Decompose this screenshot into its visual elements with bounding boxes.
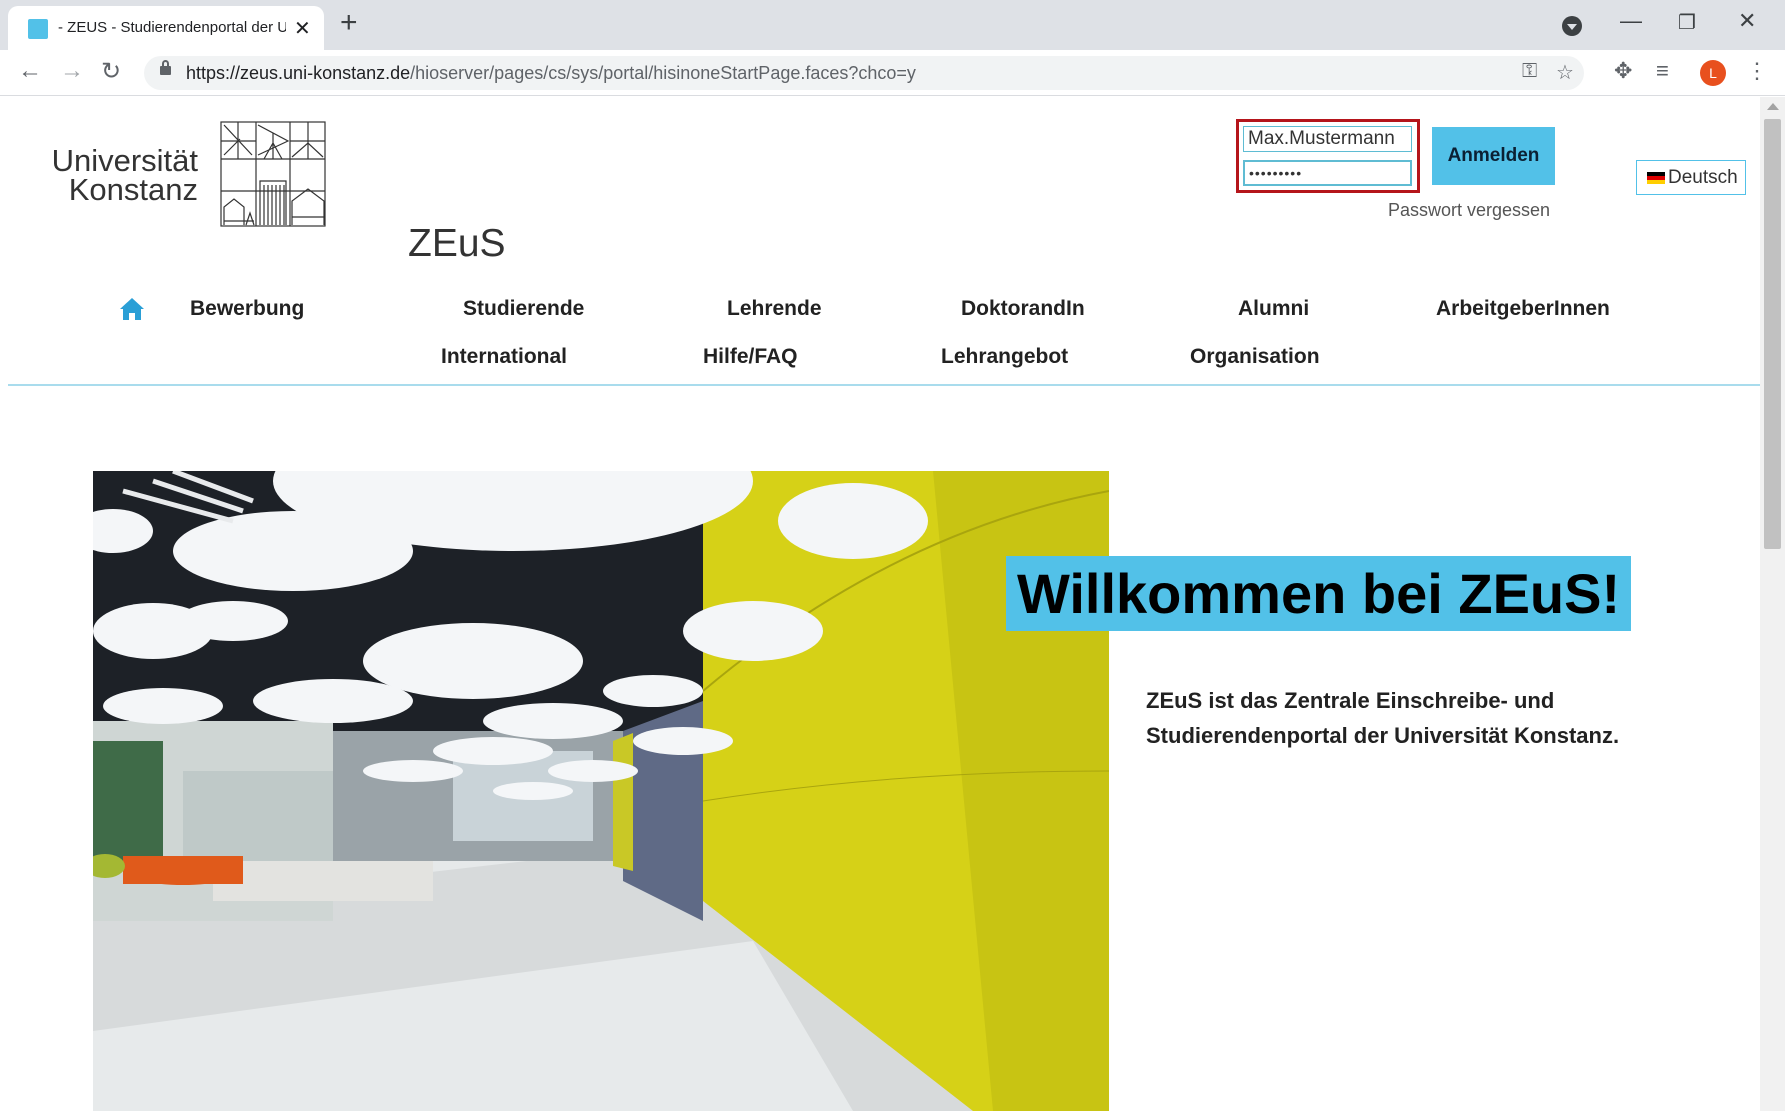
url-host: https://zeus.uni-konstanz.de	[186, 63, 411, 83]
welcome-heading: Willkommen bei ZEuS!	[1006, 556, 1632, 631]
extensions-icon[interactable]: ✥	[1614, 58, 1632, 84]
media-control-icon[interactable]: ≡	[1656, 58, 1669, 84]
login-button[interactable]: Anmelden	[1432, 127, 1555, 185]
nav-item-international[interactable]: International	[441, 345, 567, 369]
language-select[interactable]: Deutsch	[1636, 160, 1746, 195]
home-icon[interactable]	[119, 297, 145, 321]
university-logo-icon[interactable]	[220, 121, 326, 227]
reload-icon[interactable]: ↻	[101, 57, 121, 86]
hero-image	[93, 471, 1109, 1111]
nav-item-lehrende[interactable]: Lehrende	[727, 297, 822, 321]
url-path: /hioserver/pages/cs/sys/portal/hisinoneS…	[410, 63, 916, 83]
nav-divider	[8, 384, 1760, 386]
intro-text: ZEuS ist das Zentrale Einschreibe- und S…	[1146, 683, 1626, 753]
nav-item-organisation[interactable]: Organisation	[1190, 345, 1320, 369]
scroll-up-icon[interactable]	[1767, 103, 1779, 110]
url-text[interactable]: https://zeus.uni-konstanz.de/hioserver/p…	[186, 63, 916, 84]
nav-item-arbeitgeberinnen[interactable]: ArbeitgeberInnen	[1436, 297, 1610, 321]
password-input[interactable]	[1243, 160, 1412, 186]
logo-line-2: Konstanz	[68, 172, 198, 207]
nav-item-studierende[interactable]: Studierende	[463, 297, 584, 321]
nav-item-alumni[interactable]: Alumni	[1238, 297, 1309, 321]
minimize-icon[interactable]: —	[1620, 8, 1642, 34]
forward-icon[interactable]: →	[60, 57, 84, 85]
lock-icon	[160, 60, 171, 75]
web-page: Universität Konstanz ZEuS Anmelden	[8, 97, 1760, 1111]
key-icon[interactable]: ⚿	[1522, 60, 1537, 83]
nav-item-lehrangebot[interactable]: Lehrangebot	[941, 345, 1068, 369]
browser-tabstrip: - ZEUS - Studierendenportal der Universi…	[0, 0, 1785, 50]
address-bar[interactable]: https://zeus.uni-konstanz.de/hioserver/p…	[144, 56, 1584, 90]
nav-item-hilfe-faq[interactable]: Hilfe/FAQ	[703, 345, 798, 369]
close-window-icon[interactable]: ✕	[1738, 8, 1756, 34]
favicon-icon	[28, 19, 48, 39]
tab-title: - ZEUS - Studierendenportal der Universi…	[58, 19, 286, 36]
university-logo-text[interactable]: Universität Konstanz	[48, 143, 198, 207]
german-flag-icon	[1647, 172, 1665, 184]
browser-toolbar: ← → ↻ https://zeus.uni-konstanz.de/hiose…	[0, 50, 1785, 96]
nav-item-bewerbung[interactable]: Bewerbung	[190, 297, 304, 321]
tab-search-icon[interactable]	[1562, 16, 1582, 36]
menu-icon[interactable]: ⋮	[1746, 58, 1768, 84]
back-icon[interactable]: ←	[18, 57, 42, 85]
profile-avatar[interactable]: L	[1700, 60, 1726, 86]
restore-icon[interactable]: ❐	[1678, 10, 1696, 35]
scrollbar-thumb[interactable]	[1764, 119, 1781, 549]
intro-line-2: Studierendenportal der Universität Konst…	[1146, 723, 1620, 748]
bookmark-star-icon[interactable]: ☆	[1556, 60, 1574, 85]
language-label: Deutsch	[1668, 167, 1738, 188]
new-tab-icon[interactable]: +	[340, 6, 358, 40]
forgot-password-link[interactable]: Passwort vergessen	[1388, 200, 1550, 221]
close-tab-icon[interactable]: ✕	[294, 16, 311, 41]
browser-tab[interactable]: - ZEUS - Studierendenportal der Universi…	[8, 6, 324, 50]
page-scrollbar[interactable]	[1760, 97, 1785, 1111]
app-title: ZEuS	[408, 222, 506, 265]
username-input[interactable]	[1243, 126, 1412, 152]
nav-item-doktorandin[interactable]: DoktorandIn	[961, 297, 1085, 321]
logo-line-1: Universität	[51, 143, 198, 178]
intro-line-1: ZEuS ist das Zentrale Einschreibe- und	[1146, 688, 1555, 713]
